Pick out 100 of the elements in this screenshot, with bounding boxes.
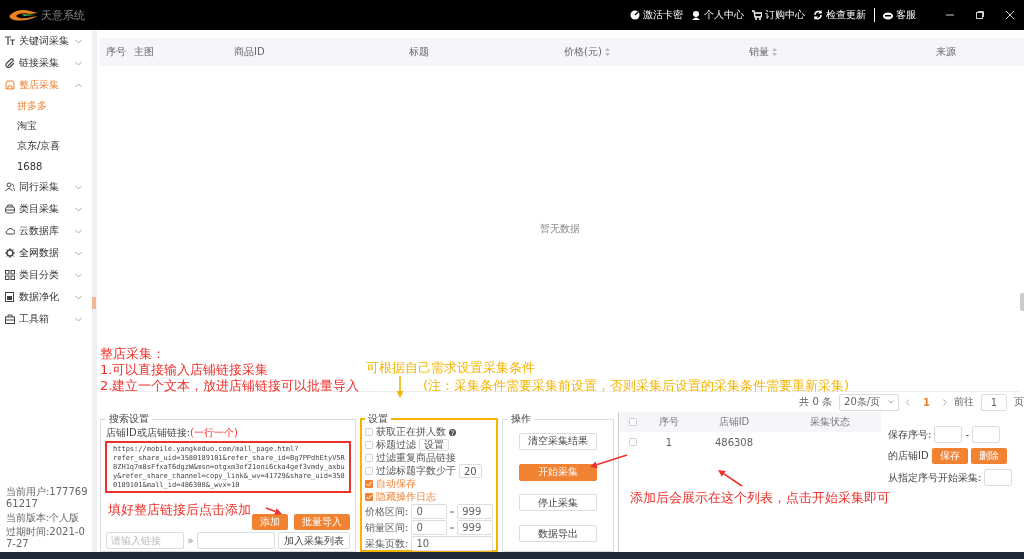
checkbox[interactable] <box>365 467 373 475</box>
column-header: 序号 <box>106 45 126 59</box>
account-info: 当前用户:17776961217 <box>6 486 89 510</box>
restore-icon[interactable] <box>976 11 984 19</box>
column-header: 店铺ID <box>717 415 751 429</box>
chevron-icon <box>75 38 82 44</box>
separator: » <box>187 535 194 546</box>
arrow <box>396 375 404 398</box>
store-icon <box>5 80 15 90</box>
column-header: 标题 <box>409 45 429 59</box>
toolbar-button[interactable]: 检查更新 <box>813 8 866 22</box>
save-range-label: 保存序号: <box>888 427 932 442</box>
sidebar-item[interactable]: 类目采集 <box>0 198 92 220</box>
document-icon <box>5 292 15 302</box>
sidebar-item[interactable]: 工具箱 <box>0 308 92 330</box>
range-label: 价格区间: <box>365 504 409 519</box>
checkbox[interactable] <box>365 441 373 449</box>
add-to-list-button[interactable]: 加入采集列表 <box>278 532 350 549</box>
sidebar-item[interactable]: 全网数据 <box>0 242 92 264</box>
text-input[interactable] <box>196 532 275 549</box>
number-input[interactable]: 20 <box>459 464 482 478</box>
filter-settings-button[interactable]: 设置 <box>419 439 449 451</box>
pages-label: 采集页数: <box>365 536 409 551</box>
annotation-text: 填好整店链接后点击添加 <box>108 502 251 518</box>
sort-icon[interactable] <box>772 48 777 56</box>
chevron-icon <box>75 206 82 212</box>
toolbox-icon <box>5 314 15 324</box>
chevron-icon <box>75 294 82 300</box>
option-label: 过滤重复商品链接 <box>376 451 456 465</box>
range-input[interactable]: 999 <box>457 520 493 535</box>
people-icon <box>5 182 15 192</box>
column-header: 采集状态 <box>809 415 851 429</box>
toolbar-button[interactable]: 激活卡密 <box>630 8 683 22</box>
arrow <box>718 470 743 487</box>
range-input[interactable]: 999 <box>457 504 493 519</box>
page-size-select[interactable]: 20条/页 <box>839 393 900 411</box>
text-icon <box>5 36 15 46</box>
sidebar-item[interactable]: 链接采集 <box>0 52 92 74</box>
option-label: 过滤标题字数少于 <box>376 464 456 478</box>
range-input[interactable]: 0 <box>411 504 448 519</box>
page-input[interactable]: 1 <box>981 393 1007 411</box>
next-icon[interactable] <box>943 398 947 406</box>
cloud-icon <box>5 226 15 236</box>
sort-icon[interactable] <box>604 48 610 56</box>
previous-icon[interactable] <box>906 398 911 406</box>
range-input[interactable]: 0 <box>411 520 448 535</box>
help-icon[interactable] <box>449 428 456 436</box>
sidebar-item[interactable]: 关键词采集 <box>0 30 92 52</box>
splitter-handle[interactable] <box>92 297 96 309</box>
toolbar-button[interactable]: 个人中心 <box>691 8 744 22</box>
start-index-input[interactable] <box>984 469 1013 486</box>
account-info: 当前版本:个人版 <box>6 512 81 524</box>
sidebar-item[interactable]: 云数据库 <box>0 220 92 242</box>
checkbox[interactable] <box>365 454 373 462</box>
annotation-text: 添加后会展示在这个列表，点击开始采集即可 <box>630 490 890 506</box>
logo-icon <box>8 8 38 22</box>
page-suffix: 页 <box>1014 395 1024 409</box>
sidebar-item[interactable]: 数据净化 <box>0 286 92 308</box>
arrow <box>590 454 628 469</box>
annotation-text: (注：采集条件需要采集前设置，否则采集后设置的采集条件需要重新采集) <box>423 378 850 394</box>
pages-input[interactable]: 10 <box>411 536 493 551</box>
sidebar-subitem[interactable]: 1688 <box>0 156 92 176</box>
shop-id-label: 的店铺ID <box>888 449 929 463</box>
person-icon <box>691 10 701 20</box>
panel-legend: 操作 <box>508 412 534 426</box>
range-input[interactable] <box>934 426 963 443</box>
account-info: 过期时间:2021-07-27 <box>6 526 86 550</box>
sidebar-item[interactable]: 同行采集 <box>0 176 92 198</box>
checkbox[interactable] <box>629 418 637 426</box>
annotation-text: 整店采集： 1.可以直接输入店铺链接采集 2.建立一个文本，放进店铺链接可以批量导入 <box>100 346 360 394</box>
chevron-icon <box>75 82 82 88</box>
operation-button[interactable]: 清空采集结果 <box>519 432 597 450</box>
range-input[interactable] <box>972 426 1000 443</box>
logo-text: 天意系统 <box>41 7 85 23</box>
minimize-icon[interactable] <box>946 11 954 19</box>
operation-button[interactable]: 数据导出 <box>519 525 597 543</box>
toolbar-button[interactable]: 客服 <box>874 8 916 22</box>
goto-label: 前往 <box>954 395 974 409</box>
start-index-label: 从指定序号开始采集: <box>888 470 982 485</box>
chevron-icon <box>888 400 895 404</box>
chevron-icon <box>75 184 82 190</box>
panel-legend: 设置 <box>365 412 391 426</box>
field-hint: (一行一个) <box>190 426 238 440</box>
arrow <box>265 507 282 515</box>
collapse-handle[interactable] <box>1020 293 1024 311</box>
chevron-icon <box>75 60 82 66</box>
cart-icon <box>752 10 762 20</box>
sidebar-item[interactable]: 类目分类 <box>0 264 92 286</box>
toolbar-button[interactable]: 订购中心 <box>752 8 805 22</box>
table-cell-text: 486308 <box>713 436 755 448</box>
chevron-icon <box>75 250 82 256</box>
refresh-icon <box>813 10 823 20</box>
checkbox[interactable] <box>365 428 373 436</box>
sidebar-subitem[interactable]: 淘宝 <box>0 116 92 136</box>
checkbox[interactable] <box>629 438 637 446</box>
operation-button[interactable]: 停止采集 <box>519 494 597 512</box>
tray-icon <box>5 204 15 214</box>
close-icon[interactable] <box>1006 11 1014 19</box>
sidebar-subitem[interactable]: 京东/京喜 <box>0 136 92 156</box>
option-label: 标题过滤 <box>376 438 416 452</box>
